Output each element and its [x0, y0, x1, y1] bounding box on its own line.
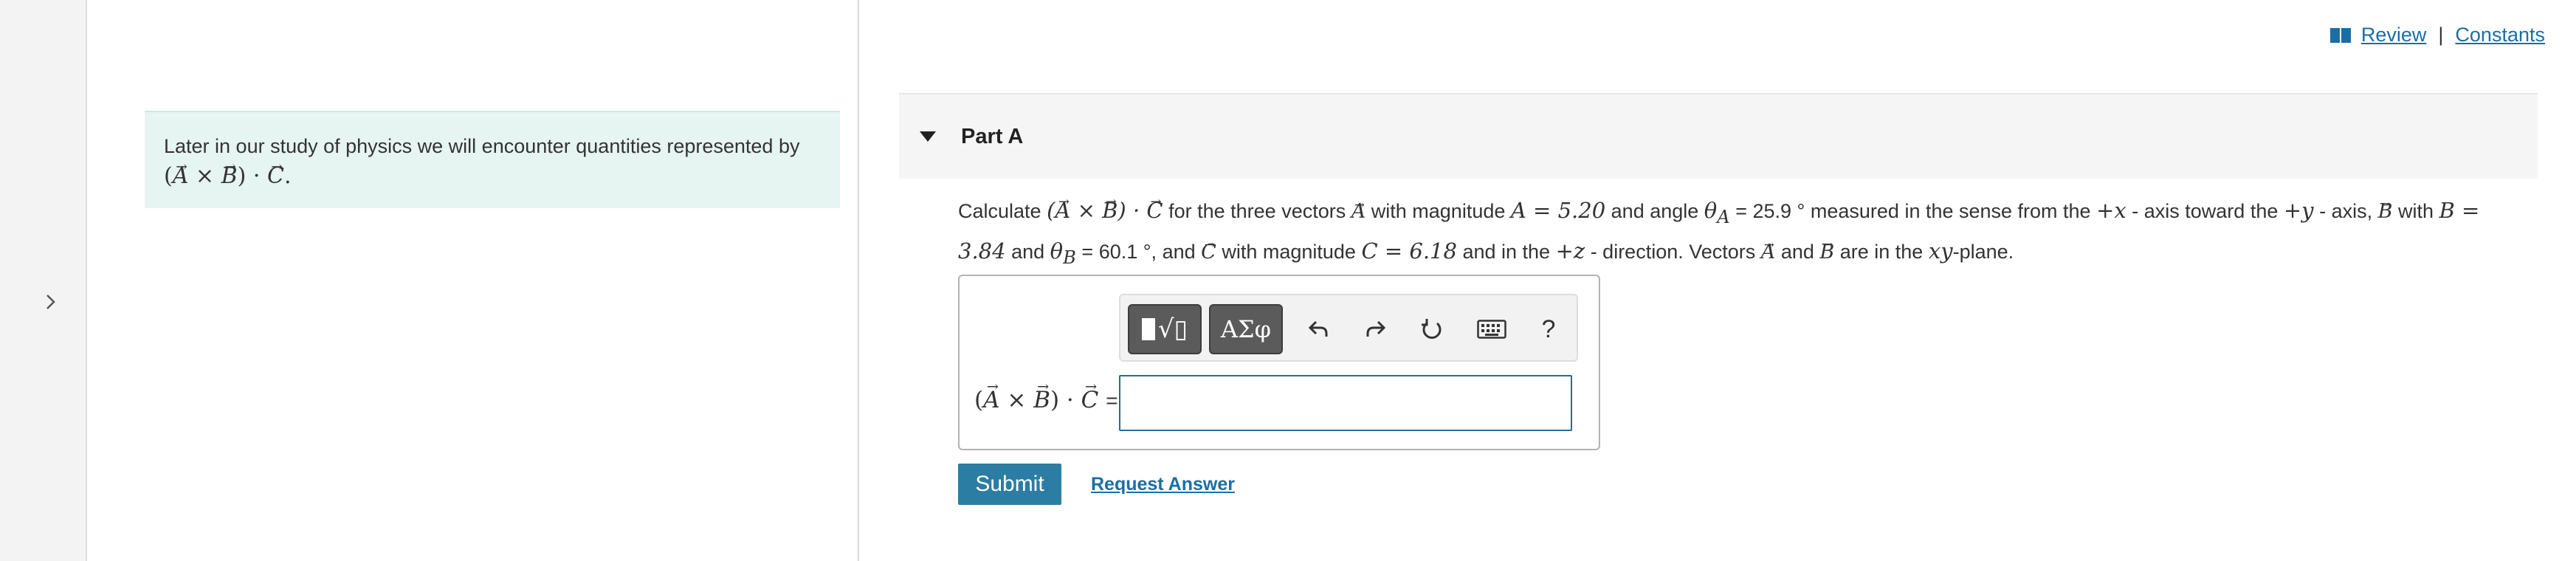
- review-link[interactable]: Review: [2361, 24, 2427, 47]
- answer-input[interactable]: [1119, 375, 1572, 431]
- link-separator: |: [2438, 24, 2444, 46]
- templates-button[interactable]: √▯: [1128, 304, 1202, 354]
- templates-icon: [1141, 318, 1155, 340]
- answer-label: (A × B) · C =: [974, 387, 1118, 413]
- keyboard-icon[interactable]: [1466, 304, 1518, 354]
- intro-text: Later in our study of physics we will en…: [164, 135, 800, 157]
- collapse-caret-icon[interactable]: [920, 131, 936, 142]
- left-rail: [0, 0, 87, 561]
- greek-symbols-button[interactable]: ΑΣφ: [1209, 304, 1283, 354]
- book-icon: [2329, 27, 2351, 43]
- reset-icon[interactable]: [1410, 304, 1454, 354]
- intro-expression: (A × B) · C.: [164, 161, 821, 192]
- undo-icon[interactable]: [1296, 304, 1340, 354]
- math-toolbar: √▯ ΑΣφ ?: [1119, 294, 1578, 362]
- part-title: Part A: [961, 124, 1024, 148]
- redo-icon[interactable]: [1354, 304, 1398, 354]
- answer-box: √▯ ΑΣφ ? (A × B) · C =: [958, 275, 1600, 450]
- top-links: Review | Constants: [2329, 24, 2545, 47]
- intro-box: Later in our study of physics we will en…: [145, 111, 840, 208]
- help-button[interactable]: ?: [1528, 304, 1569, 354]
- constants-link[interactable]: Constants: [2455, 24, 2545, 47]
- intro-panel: Later in our study of physics we will en…: [89, 0, 859, 561]
- question-text: Calculate (A × B) · C for the three vect…: [958, 193, 2523, 275]
- expand-chevron-icon[interactable]: [41, 289, 61, 314]
- part-a-header[interactable]: Part A: [899, 93, 2538, 179]
- submit-button[interactable]: Submit: [958, 464, 1061, 505]
- request-answer-link[interactable]: Request Answer: [1091, 474, 1235, 495]
